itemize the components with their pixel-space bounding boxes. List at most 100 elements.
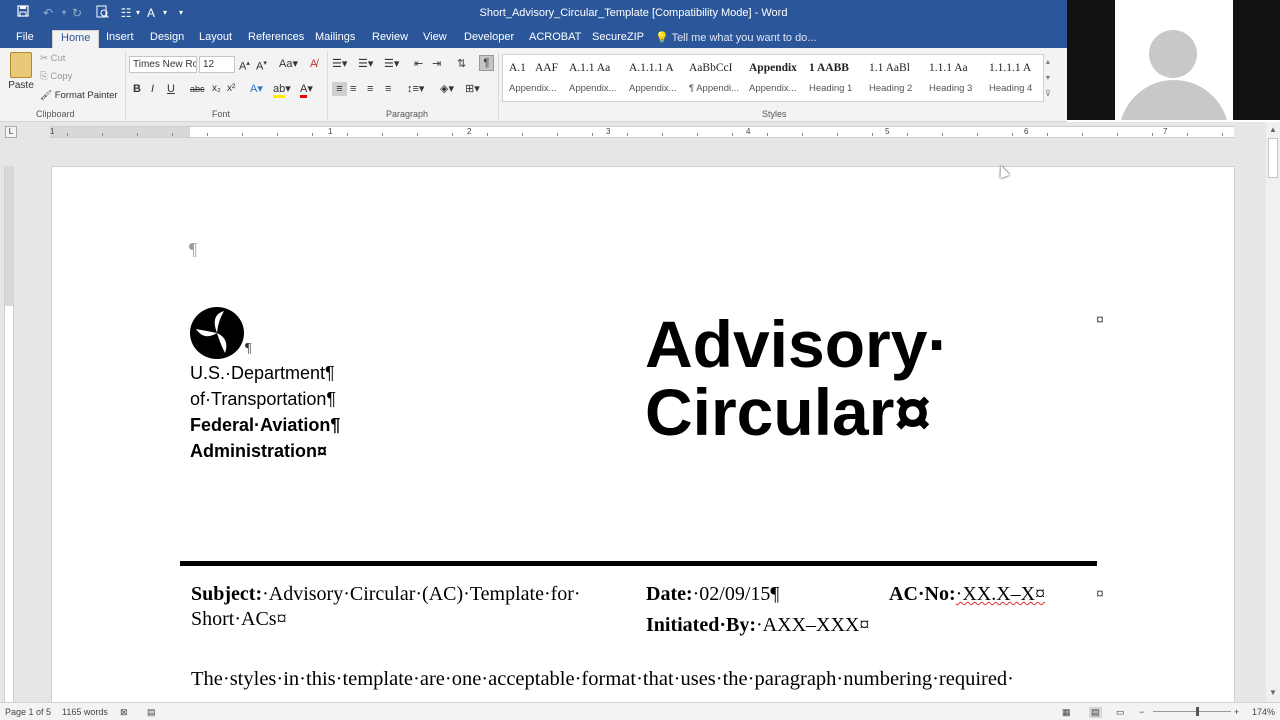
style-item[interactable]: AaBbCcI ¶ Appendi... — [683, 55, 743, 101]
change-case-button[interactable]: Aa▾ — [279, 57, 298, 71]
show-formatting-marks-button[interactable]: ¶ — [479, 55, 494, 71]
heading-circular: Circular¤ — [645, 375, 932, 449]
style-item[interactable]: A.1.1 Aa Appendix... — [563, 55, 623, 101]
style-name: Appendix... — [749, 83, 797, 94]
borders-icon[interactable]: ⊞▾ — [465, 82, 480, 96]
vertical-ruler[interactable] — [4, 166, 14, 702]
font-color-icon[interactable]: A▾ — [300, 82, 313, 98]
increase-indent-icon[interactable]: ⇥ — [432, 57, 441, 71]
justify-icon[interactable]: ≡ — [385, 82, 391, 96]
style-item[interactable]: Appendix Appendix... — [743, 55, 803, 101]
paste-button[interactable]: Paste — [6, 52, 36, 96]
redo-icon[interactable]: ↻ — [69, 5, 85, 21]
tab-file[interactable]: File — [8, 30, 42, 48]
tab-design[interactable]: Design — [142, 30, 192, 48]
sort-icon[interactable]: ⇅ — [457, 57, 466, 71]
numbering-list-icon[interactable]: ☰▾ — [358, 57, 373, 71]
ruler-tick — [907, 133, 908, 136]
align-right-icon[interactable]: ≡ — [367, 82, 373, 96]
ruler-tick — [312, 133, 313, 136]
dot-logo-icon — [190, 307, 244, 359]
shading-icon[interactable]: ◈▾ — [440, 82, 454, 96]
tab-review[interactable]: Review — [364, 30, 416, 48]
italic-button[interactable]: I — [151, 82, 154, 96]
agency-line-2: of·Transportation¶ — [190, 389, 337, 409]
zoom-slider-thumb[interactable] — [1196, 707, 1199, 716]
superscript-button[interactable]: x² — [227, 82, 235, 96]
page-count[interactable]: Page 1 of 5 — [5, 707, 51, 717]
subscript-button[interactable]: x₂ — [212, 82, 221, 96]
font-size-dropdown[interactable]: 12 — [199, 56, 235, 73]
document-page[interactable]: ¶ ¶ U.S.·Department¶ of·Transportation¶ … — [51, 166, 1235, 702]
shrink-font-button[interactable]: A▾ — [256, 57, 267, 74]
tell-me-text: Tell me what you want to do... — [671, 32, 817, 44]
multilevel-list-icon[interactable]: ☰▾ — [384, 57, 399, 71]
vertical-scrollbar[interactable]: ▲ ▼ — [1266, 122, 1280, 702]
save-icon[interactable] — [15, 5, 31, 21]
style-item[interactable]: AAF — [529, 55, 561, 101]
styles-dropdown-icon[interactable]: ▾ — [157, 5, 173, 21]
scroll-down-icon[interactable]: ▼ — [1269, 688, 1277, 697]
format-painter-button[interactable]: 🖌 Format Painter — [40, 90, 118, 101]
group-separator — [498, 52, 499, 120]
style-item[interactable]: 1.1.1.1 A Heading 4 — [983, 55, 1043, 101]
bold-button[interactable]: B — [133, 82, 141, 96]
decrease-indent-icon[interactable]: ⇤ — [414, 57, 423, 71]
tab-home[interactable]: Home — [52, 30, 100, 48]
tab-acrobat[interactable]: ACROBAT — [521, 30, 589, 48]
style-sample: 1.1.1.1 A — [989, 62, 1032, 74]
copy-button[interactable]: ⎘ Copy — [40, 71, 72, 82]
line-spacing-icon[interactable]: ↕≡▾ — [407, 82, 424, 96]
highlight-icon[interactable]: ab▾ — [273, 82, 291, 98]
style-item[interactable]: 1.1 AaBl Heading 2 — [863, 55, 923, 101]
tab-view[interactable]: View — [415, 30, 455, 48]
tab-references[interactable]: References — [240, 30, 312, 48]
clipboard-icon — [10, 52, 32, 78]
print-layout-icon[interactable]: ▤ — [1089, 707, 1102, 718]
macro-record-icon[interactable]: ▤ — [147, 707, 156, 718]
cut-button[interactable]: ✂ Cut — [40, 53, 65, 64]
zoom-in-icon[interactable]: + — [1234, 707, 1239, 717]
document-workspace: ¶ ¶ U.S.·Department¶ of·Transportation¶ … — [0, 142, 1280, 702]
style-item[interactable]: 1.1.1 Aa Heading 3 — [923, 55, 983, 101]
tab-developer[interactable]: Developer — [456, 30, 522, 48]
tell-me-box[interactable]: 💡 Tell me what you want to do... — [655, 31, 816, 44]
print-preview-icon[interactable] — [94, 5, 110, 21]
strikethrough-button[interactable]: abc — [190, 82, 205, 96]
ruler-tick — [242, 133, 243, 136]
customize-toolbar-icon[interactable]: ▾ — [173, 5, 189, 21]
zoom-slider-track[interactable] — [1153, 711, 1231, 712]
scrollbar-thumb[interactable] — [1268, 138, 1278, 178]
horizontal-ruler[interactable]: 1 1 2 3 4 5 6 7 — [0, 122, 1280, 142]
style-item[interactable]: A.1.1.1 A Appendix... — [623, 55, 683, 101]
zoom-out-icon[interactable]: − — [1139, 707, 1144, 717]
style-sample: A.1.1 Aa — [569, 62, 611, 74]
clear-formatting-icon[interactable]: A̸ — [310, 57, 317, 71]
grow-font-button[interactable]: A▴ — [239, 57, 250, 74]
tab-layout[interactable]: Layout — [191, 30, 240, 48]
bullets-icon[interactable]: ☰▾ — [332, 57, 347, 71]
ruler-bar[interactable]: 1 1 2 3 4 5 6 7 — [50, 126, 1234, 138]
undo-icon[interactable]: ↶ — [40, 5, 56, 21]
lightbulb-icon: 💡 — [655, 32, 669, 44]
proofing-icon[interactable]: ⊠ — [120, 707, 128, 718]
ruler-tick — [102, 133, 103, 136]
underline-button[interactable]: U — [167, 82, 175, 96]
tab-selector[interactable]: L — [5, 126, 17, 138]
tab-securezip[interactable]: SecureZIP — [584, 30, 652, 48]
align-center-icon[interactable]: ≡ — [350, 82, 356, 96]
text-effects-icon[interactable]: A▾ — [250, 82, 263, 96]
avatar-body-shape — [1119, 80, 1229, 120]
ruler-tick — [137, 133, 138, 136]
web-layout-icon[interactable]: ▭ — [1116, 707, 1125, 718]
read-mode-icon[interactable]: ▦ — [1062, 707, 1071, 718]
scroll-up-icon[interactable]: ▲ — [1269, 125, 1277, 134]
align-left-icon[interactable]: ≡ — [332, 82, 347, 96]
zoom-level[interactable]: 174% — [1252, 707, 1275, 717]
tab-mailings[interactable]: Mailings — [307, 30, 363, 48]
style-item[interactable]: 1 AABB Heading 1 — [803, 55, 863, 101]
styles-scroll-icons[interactable]: ▴ ▾ ⊽ — [1045, 54, 1051, 102]
font-name-dropdown[interactable]: Times New Ro — [129, 56, 197, 73]
word-count[interactable]: 1165 words — [62, 707, 108, 717]
tab-insert[interactable]: Insert — [98, 30, 142, 48]
